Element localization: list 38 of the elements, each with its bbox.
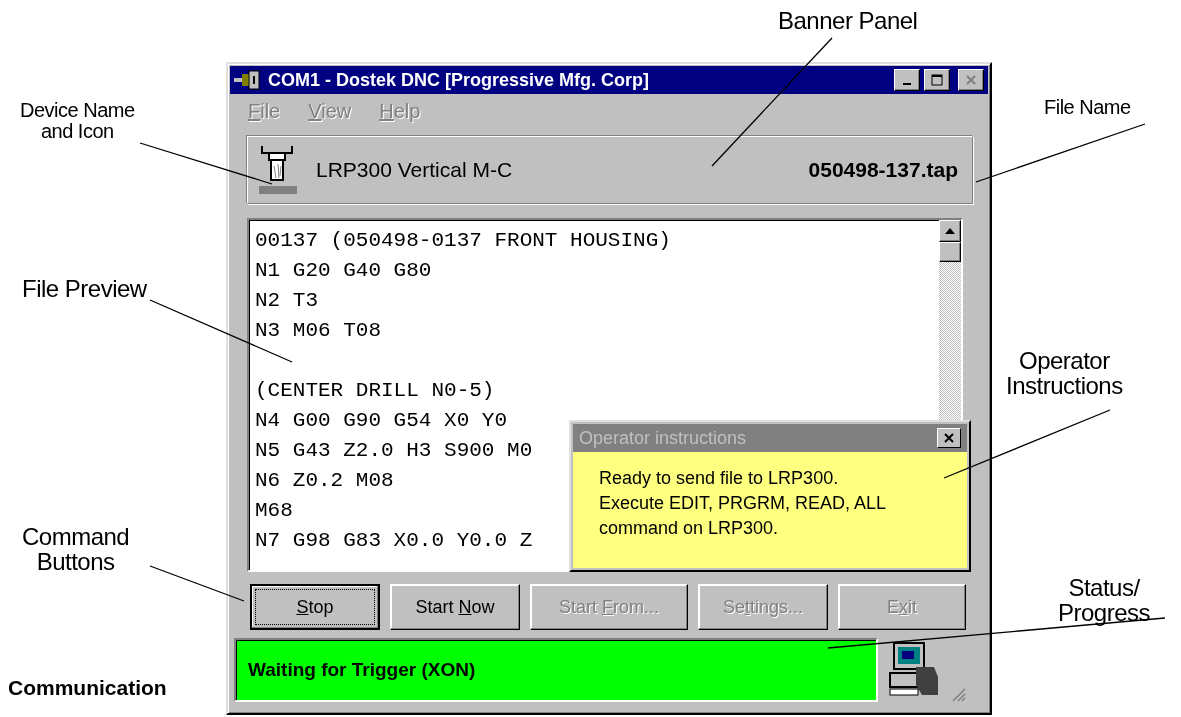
callout-label: Command Buttons [22,524,130,575]
window-title: COM1 - Dostek DNC [Progressive Mfg. Corp] [268,69,651,91]
callout-label: Status/ Progress [1058,575,1151,626]
minimize-icon [903,83,911,85]
caption: Communication [8,676,167,700]
code-line: 00137 (050498-0137 FRONT HOUSING) [255,228,671,254]
resize-grip-icon[interactable] [950,686,966,702]
callout-label: Banner Panel [778,8,918,34]
maximize-button[interactable] [924,69,950,91]
code-line: N2 T3 [255,288,318,314]
code-line: N3 M06 T08 [255,318,382,344]
close-icon [965,74,977,86]
scroll-thumb[interactable] [939,242,961,262]
device-name: LRP300 Vertical M-C [316,158,514,182]
code-line: N1 G20 G40 G80 [255,258,432,284]
code-line: (CENTER DRILL N0-5) [255,378,495,404]
close-button[interactable] [937,428,961,448]
close-icon [944,433,954,443]
command-button[interactable]: Start Now [390,584,520,630]
maximize-icon [931,74,943,86]
callout-label: File Name [1044,97,1131,118]
status-text: Waiting for Trigger (XON) [248,659,476,681]
callout-label: Device Name and Icon [20,100,135,142]
file-name: 050498-137.tap [808,158,958,182]
minimize-button[interactable] [894,69,920,91]
operator-message: Ready to send file to LRP300. Execute EDIT, PRGRM, READ, ALL command on LRP300. [599,467,888,540]
code-line: N4 G00 G90 G54 X0 Y0 [255,408,508,434]
up-arrow-icon [945,228,955,234]
code-line: M68 [255,498,293,524]
milling-machine-icon [258,144,298,196]
code-line: N6 Z0.2 M08 [255,468,394,494]
scroll-up-button[interactable] [939,220,961,242]
callout-label: File Preview [22,276,147,302]
dialog-title: Operator instructions [579,427,748,449]
code-line: N5 G43 Z2.0 H3 S900 M0 [255,438,533,464]
code-line: N7 G98 G83 X0.0 Y0.0 Z [255,528,533,554]
callout-label: Operator Instructions [1006,348,1123,399]
command-button[interactable]: Stop [250,584,380,630]
